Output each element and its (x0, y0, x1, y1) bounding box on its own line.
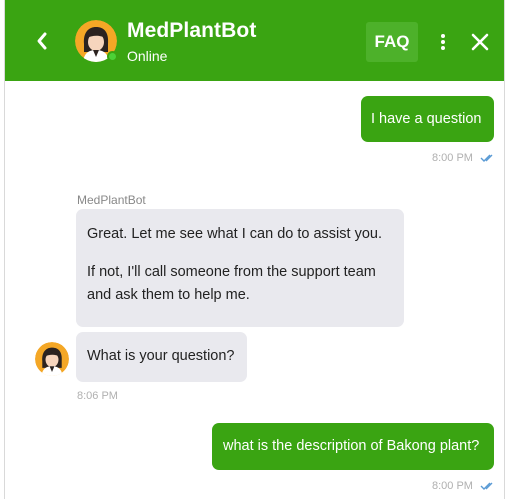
bot-avatar (35, 342, 69, 376)
message-time: 8:00 PM (432, 480, 496, 492)
message-text: I have a question (371, 111, 482, 127)
back-button[interactable] (31, 27, 53, 55)
close-button[interactable] (468, 28, 492, 56)
close-icon (471, 33, 489, 51)
message-time: 8:06 PM (77, 390, 118, 402)
chevron-left-icon (37, 32, 47, 50)
user-message: I have a question (361, 96, 494, 142)
message-text: what is the description of Bakong plant? (223, 438, 480, 454)
message-time: 8:00 PM (432, 152, 496, 164)
chat-header: MedPlantBot Online FAQ (5, 0, 504, 81)
message-paragraph: If not, I'll call someone from the suppo… (87, 264, 376, 303)
timestamp: 8:00 PM (432, 152, 473, 164)
faq-button[interactable]: FAQ (366, 22, 418, 62)
online-status-dot (107, 51, 118, 62)
chat-window: MedPlantBot Online FAQ I have a question… (4, 0, 505, 499)
message-list[interactable]: I have a question 8:00 PM MedPlantBot Gr… (5, 81, 504, 499)
read-ticks-icon (480, 482, 493, 491)
message-paragraph: Great. Let me see what I can do to assis… (87, 226, 382, 242)
sender-name: MedPlantBot (77, 193, 146, 207)
bot-message: Great. Let me see what I can do to assis… (76, 209, 404, 327)
timestamp: 8:00 PM (432, 480, 473, 492)
more-vertical-icon (441, 34, 445, 50)
read-ticks-icon (480, 154, 493, 163)
bot-status: Online (127, 48, 168, 64)
message-text: What is your question? (87, 348, 235, 364)
bot-avatar-header (75, 20, 118, 62)
bot-message: What is your question? (76, 332, 247, 382)
bot-name: MedPlantBot (127, 19, 257, 42)
menu-button[interactable] (433, 28, 453, 56)
user-message: what is the description of Bakong plant? (212, 423, 494, 470)
